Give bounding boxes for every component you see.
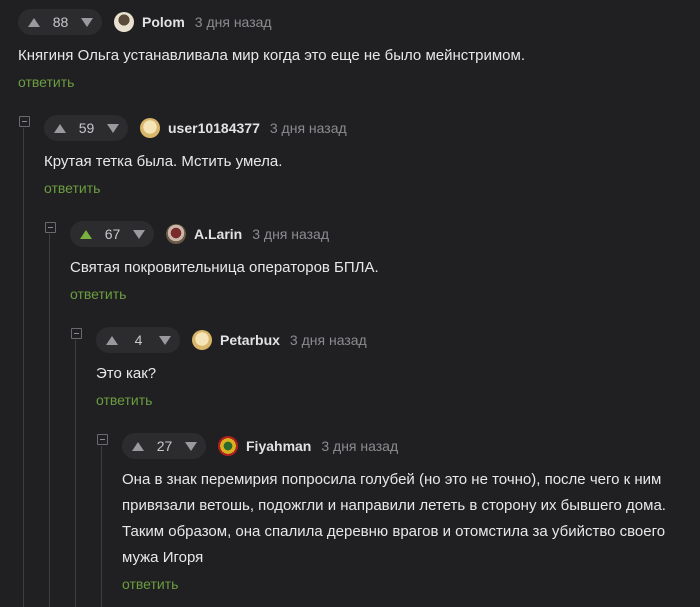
comment-text: Это как? [96, 365, 157, 382]
avatar[interactable] [140, 118, 160, 138]
collapse-toggle-level-3[interactable] [71, 328, 82, 339]
comment: 88 Polom 3 дня назад Княгиня Ольга устан… [18, 9, 700, 92]
author-name[interactable]: Fiyahman [246, 438, 311, 454]
author-name[interactable]: A.Larin [194, 226, 242, 242]
collapse-toggle-level-1[interactable] [19, 116, 30, 127]
comment-header: 88 Polom 3 дня назад [18, 9, 700, 35]
reply-link[interactable]: ответить [96, 392, 152, 408]
comment-header: 4 Petarbux 3 дня назад [96, 327, 700, 353]
downvote-icon[interactable] [80, 17, 93, 27]
avatar[interactable] [218, 436, 238, 456]
reply-link[interactable]: ответить [18, 74, 74, 90]
timestamp[interactable]: 3 дня назад [321, 438, 398, 454]
comment-text: Святая покровительница операторов БПЛА. [70, 259, 379, 276]
author-name[interactable]: Petarbux [220, 332, 280, 348]
vote-widget: 67 [70, 221, 154, 247]
comment-header: 67 A.Larin 3 дня назад [70, 221, 700, 247]
score: 4 [134, 332, 143, 348]
comment-header: 27 Fiyahman 3 дня назад [122, 433, 700, 459]
comment-text: Она в знак перемирия попросила голубей (… [122, 471, 666, 566]
reply-link[interactable]: ответить [70, 286, 126, 302]
upvote-icon[interactable] [132, 441, 144, 451]
vote-widget: 88 [18, 9, 102, 35]
author-name[interactable]: user10184377 [168, 120, 260, 136]
vote-widget: 4 [96, 327, 180, 353]
timestamp[interactable]: 3 дня назад [252, 226, 329, 242]
comment-text: Княгиня Ольга устанавливала мир когда эт… [18, 47, 525, 64]
avatar[interactable] [114, 12, 134, 32]
thread-line-level-3 [75, 340, 76, 607]
vote-widget: 59 [44, 115, 128, 141]
thread-line-level-2 [49, 234, 50, 607]
score: 67 [104, 226, 121, 242]
downvote-icon[interactable] [184, 441, 197, 451]
comment: 67 A.Larin 3 дня назад Святая покровител… [70, 221, 700, 304]
upvote-icon[interactable] [28, 17, 40, 27]
reply-link[interactable]: ответить [122, 576, 178, 592]
upvote-icon[interactable] [106, 335, 118, 345]
upvote-icon[interactable] [80, 229, 92, 239]
comment-header: 59 user10184377 3 дня назад [44, 115, 700, 141]
comment: 27 Fiyahman 3 дня назад Она в знак перем… [122, 433, 700, 594]
thread-line-level-4 [101, 446, 102, 607]
reply-link[interactable]: ответить [44, 180, 100, 196]
comment-text: Крутая тетка была. Мстить умела. [44, 153, 283, 170]
comment: 59 user10184377 3 дня назад Крутая тетка… [44, 115, 700, 198]
score: 27 [156, 438, 173, 454]
timestamp[interactable]: 3 дня назад [195, 14, 272, 30]
avatar[interactable] [166, 224, 186, 244]
timestamp[interactable]: 3 дня назад [270, 120, 347, 136]
thread-line-level-1 [23, 128, 24, 607]
downvote-icon[interactable] [106, 123, 119, 133]
downvote-icon[interactable] [158, 335, 171, 345]
collapse-toggle-level-4[interactable] [97, 434, 108, 445]
author-name[interactable]: Polom [142, 14, 185, 30]
comment: 4 Petarbux 3 дня назад Это как? ответить [96, 327, 700, 410]
collapse-toggle-level-2[interactable] [45, 222, 56, 233]
timestamp[interactable]: 3 дня назад [290, 332, 367, 348]
downvote-icon[interactable] [132, 229, 145, 239]
upvote-icon[interactable] [54, 123, 66, 133]
score: 59 [78, 120, 95, 136]
score: 88 [52, 14, 69, 30]
avatar[interactable] [192, 330, 212, 350]
vote-widget: 27 [122, 433, 206, 459]
